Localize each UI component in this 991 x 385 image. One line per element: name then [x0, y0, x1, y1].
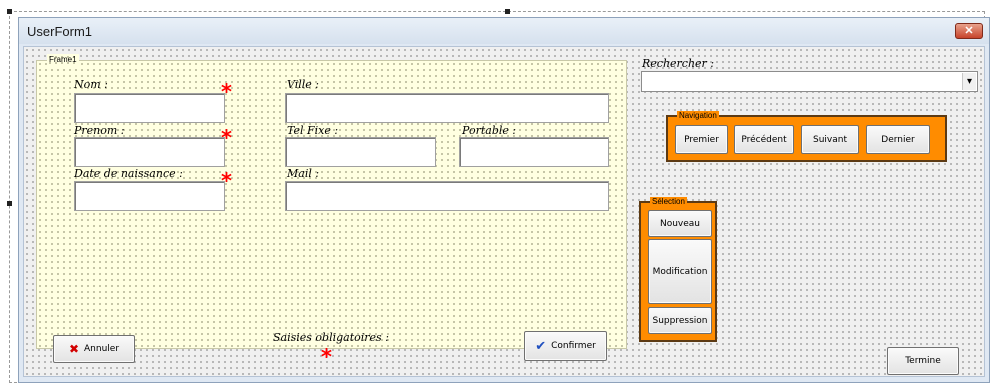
portable-input[interactable] — [459, 137, 609, 167]
suppression-button[interactable]: Suppression — [648, 307, 712, 334]
modification-button[interactable]: Modification — [648, 239, 712, 304]
rechercher-label: Rechercher : — [642, 57, 715, 70]
title-bar: UserForm1 ✕ — [19, 18, 989, 44]
prenom-label: Prenom : — [74, 124, 125, 137]
userform-window: UserForm1 ✕ Frame1 Nom : * Prenom : * Da… — [18, 17, 990, 383]
nouveau-button[interactable]: Nouveau — [648, 210, 712, 237]
saisies-required-mark: * — [321, 345, 332, 369]
selection-caption: Sélection — [650, 197, 687, 207]
tel-fixe-input[interactable] — [285, 137, 436, 167]
premier-button[interactable]: Premier — [675, 125, 728, 154]
tel-fixe-label: Tel Fixe : — [287, 124, 339, 137]
annuler-label: Annuler — [84, 344, 120, 354]
dernier-button[interactable]: Dernier — [866, 125, 930, 154]
frame1-caption: Frame1 — [47, 54, 79, 66]
chevron-down-icon: ▾ — [966, 76, 973, 87]
frame1: Frame1 Nom : * Prenom : * Date de naissa… — [36, 54, 627, 368]
prenom-input[interactable] — [74, 137, 225, 167]
nom-input[interactable] — [74, 93, 225, 123]
cancel-x-icon: ✖ — [68, 342, 80, 356]
selection-frame: Sélection Nouveau Modification Suppressi… — [639, 197, 717, 342]
window-title: UserForm1 — [27, 24, 93, 39]
rechercher-combobox[interactable]: ▾ — [641, 71, 978, 92]
ville-label: Ville : — [287, 78, 320, 91]
dropdown-button[interactable]: ▾ — [962, 73, 976, 90]
resize-handle-top-left[interactable] — [7, 9, 12, 14]
close-button[interactable]: ✕ — [955, 23, 983, 39]
annuler-button[interactable]: ✖ Annuler — [53, 335, 135, 363]
termine-button[interactable]: Termine — [887, 347, 959, 375]
form-client-area: Frame1 Nom : * Prenom : * Date de naissa… — [23, 46, 985, 377]
ville-input[interactable] — [285, 93, 609, 123]
resize-handle-top[interactable] — [505, 9, 510, 14]
date-naissance-input[interactable] — [74, 181, 225, 211]
date-naissance-label: Date de naissance : — [74, 167, 183, 180]
resize-handle-left[interactable] — [7, 201, 12, 206]
precedent-button[interactable]: Précédent — [734, 125, 794, 154]
mail-input[interactable] — [285, 181, 609, 211]
confirmer-label: Confirmer — [551, 341, 596, 351]
navigation-frame: Navigation Premier Précédent Suivant Der… — [666, 111, 947, 162]
form-designer-surface: UserForm1 ✕ Frame1 Nom : * Prenom : * Da… — [0, 0, 991, 385]
suivant-button[interactable]: Suivant — [801, 125, 859, 154]
saisies-obligatoires-label: Saisies obligatoires : — [273, 331, 389, 344]
portable-label: Portable : — [462, 124, 517, 137]
mail-label: Mail : — [287, 167, 320, 180]
close-icon: ✕ — [964, 25, 974, 37]
confirmer-button[interactable]: ✔ Confirmer — [524, 331, 607, 361]
nom-label: Nom : — [74, 78, 108, 91]
navigation-caption: Navigation — [677, 111, 719, 121]
checkmark-icon: ✔ — [535, 338, 547, 354]
